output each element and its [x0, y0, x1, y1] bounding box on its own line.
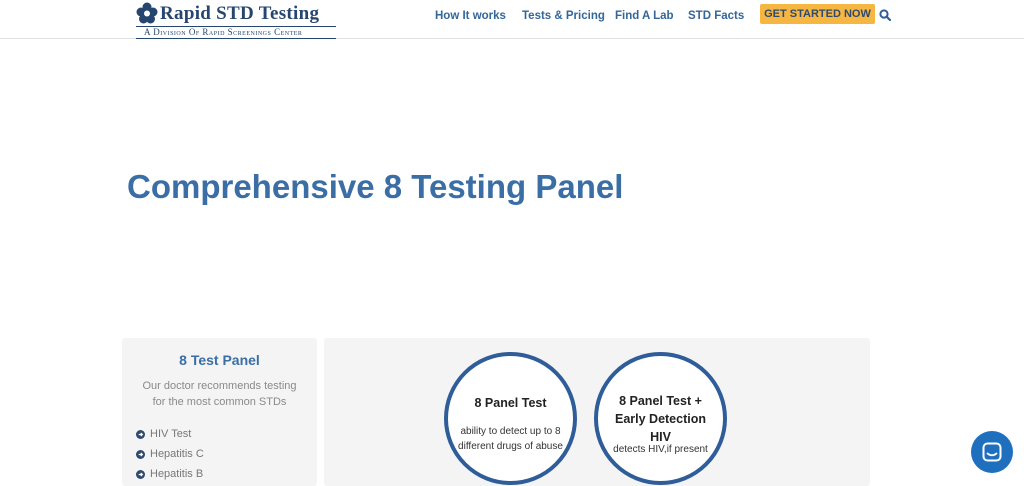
sidebar-item-hepatitis-c[interactable]: Hepatitis C: [136, 444, 204, 464]
nav-how-it-works[interactable]: How It works: [435, 10, 506, 22]
panel-option-8-panel-test[interactable]: 8 Panel Test ability to detect up to 8 d…: [444, 352, 577, 485]
site-header: Rapid STD Testing A Division Of Rapid Sc…: [0, 0, 1024, 39]
page-title: Comprehensive 8 Testing Panel: [127, 168, 624, 205]
panel-option-8-panel-early-hiv[interactable]: 8 Panel Test + Early Detection HIV detec…: [594, 352, 727, 485]
sidebar-test-list: HIV Test Hepatitis C Hepatitis B: [136, 424, 204, 484]
search-icon[interactable]: [879, 9, 891, 21]
sidebar-item-label: Hepatitis C: [150, 448, 204, 460]
sidebar-title: 8 Test Panel: [179, 352, 260, 368]
flower-logo-icon: [136, 2, 158, 24]
nav-tests-pricing[interactable]: Tests & Pricing: [522, 10, 605, 22]
test-panel-sidebar: 8 Test Panel Our doctor recommends testi…: [122, 338, 317, 486]
arrow-circle-right-icon: [136, 449, 145, 459]
logo-divider: [136, 38, 336, 39]
panel-option-title: 8 Panel Test: [474, 396, 547, 410]
test-options-panel: 8 Panel Test ability to detect up to 8 d…: [324, 338, 870, 486]
sidebar-item-label: Hepatitis B: [150, 468, 204, 480]
arrow-circle-right-icon: [136, 429, 145, 439]
brand-name: Rapid STD Testing: [160, 3, 320, 24]
panel-option-description: detects HIV,if present: [613, 444, 708, 455]
site-logo[interactable]: Rapid STD Testing A Division Of Rapid Sc…: [136, 2, 338, 39]
sidebar-description: Our doctor recommends testing for the mo…: [142, 380, 297, 408]
chat-widget-button[interactable]: [971, 431, 1013, 473]
sidebar-item-hiv-test[interactable]: HIV Test: [136, 424, 204, 444]
arrow-circle-right-icon: [136, 469, 145, 479]
nav-std-facts[interactable]: STD Facts: [688, 10, 744, 22]
get-started-button[interactable]: GET STARTED NOW: [760, 4, 875, 24]
nav-find-a-lab[interactable]: Find A Lab: [615, 10, 674, 22]
panel-option-description: ability to detect up to 8 different drug…: [458, 426, 563, 452]
sidebar-item-label: HIV Test: [150, 428, 192, 440]
chat-icon: [982, 442, 1002, 462]
panel-option-title: 8 Panel Test + Early Detection HIV: [614, 394, 706, 444]
sidebar-item-hepatitis-b[interactable]: Hepatitis B: [136, 464, 204, 484]
brand-tagline: A Division Of Rapid Screenings Center: [144, 27, 303, 37]
